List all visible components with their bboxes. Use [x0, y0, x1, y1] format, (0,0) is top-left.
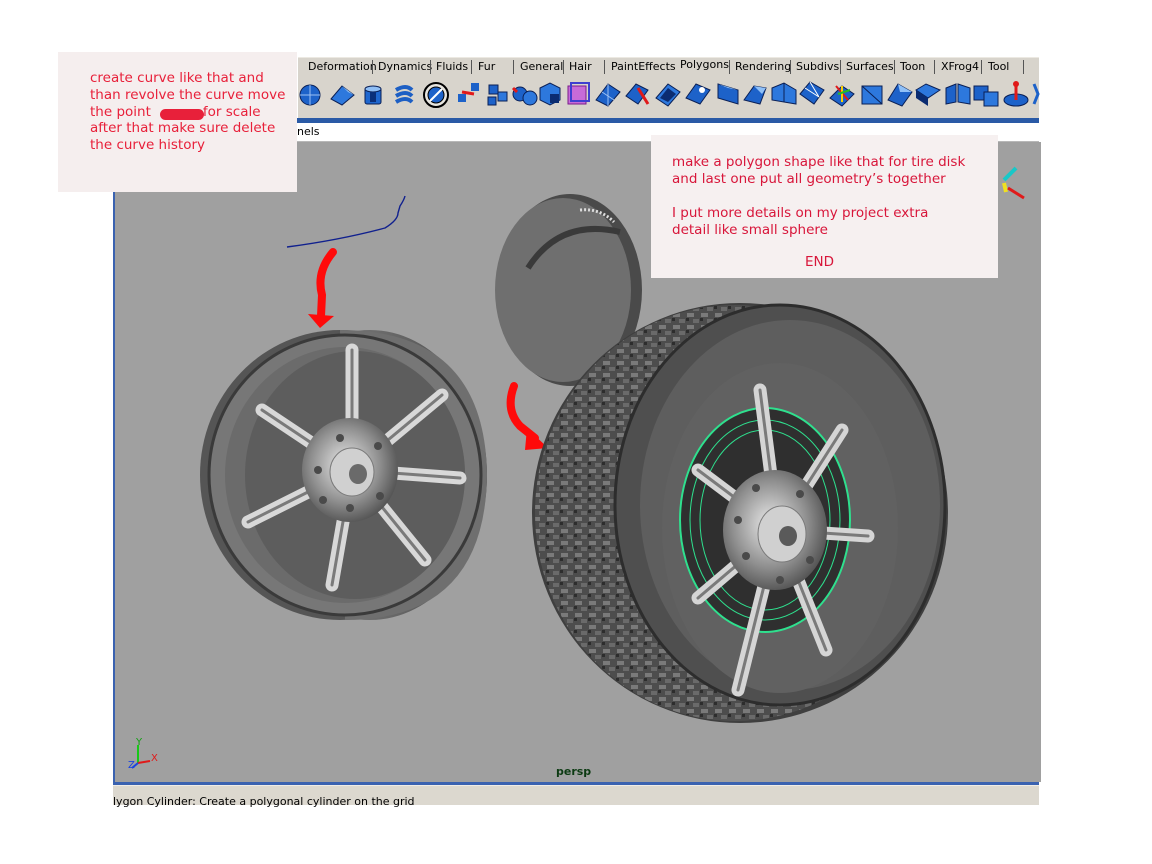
instruction-note-left: create curve like that and than revolve …	[58, 52, 297, 192]
poly-manipulator-icon[interactable]	[1002, 80, 1030, 108]
tab-divider	[894, 60, 895, 74]
note-right-line: detail like small sphere	[672, 222, 828, 238]
tab-divider	[513, 60, 514, 74]
poly-split-icon[interactable]	[456, 80, 484, 108]
help-line-text: lygon Cylinder: Create a polygonal cylin…	[113, 795, 415, 808]
scribble-mark	[160, 109, 204, 120]
poly-cube-icon[interactable]	[328, 80, 356, 108]
poly-mirror-icon[interactable]	[944, 80, 972, 108]
note-left-line: than revolve the curve move	[90, 86, 286, 103]
poly-split-edge-icon[interactable]	[770, 80, 798, 108]
poly-cylinder-icon[interactable]	[358, 80, 386, 108]
shelf-overflow-icon[interactable]	[1032, 80, 1040, 108]
poly-select-tool-icon[interactable]	[624, 80, 652, 108]
note-left-line: create curve like that and	[90, 70, 264, 86]
panel-menu-panels[interactable]: nels	[297, 125, 320, 138]
shelf-tab-bar: Deformation Dynamics Fluids Fur General …	[298, 57, 1039, 77]
poly-bevel-icon[interactable]	[536, 80, 564, 108]
poly-plane-icon[interactable]	[594, 80, 622, 108]
help-line: lygon Cylinder: Create a polygonal cylin…	[113, 785, 1039, 808]
polygons-shelf	[298, 76, 1040, 118]
note-right-text: make a polygon shape like that for tire …	[672, 154, 1002, 239]
note-right-line: and last one put all geometry’s together	[672, 171, 946, 187]
poly-triangulate-icon[interactable]	[886, 80, 914, 108]
poly-append-icon[interactable]	[742, 80, 770, 108]
tab-fur[interactable]: Fur	[478, 60, 495, 73]
axis-z-label: Z	[128, 760, 135, 771]
poly-collapse-icon[interactable]	[858, 80, 886, 108]
poly-sphere-icon[interactable]	[298, 80, 326, 108]
tab-subdivs[interactable]: Subdivs	[796, 60, 839, 73]
poly-helix-icon[interactable]	[390, 80, 418, 108]
note-end-label: END	[805, 254, 835, 270]
poly-reduce-icon[interactable]	[972, 80, 1000, 108]
tab-divider	[790, 60, 791, 74]
tab-polygons[interactable]: Polygons	[680, 58, 729, 71]
poly-cut-icon[interactable]	[654, 80, 682, 108]
tab-divider	[471, 60, 472, 74]
tab-divider	[840, 60, 841, 74]
tab-divider	[981, 60, 982, 74]
instruction-note-right: make a polygon shape like that for tire …	[651, 135, 998, 278]
poly-torus-icon[interactable]	[422, 80, 450, 108]
poly-quadrangulate-icon[interactable]	[914, 80, 942, 108]
tab-general[interactable]: General	[520, 60, 563, 73]
note-right-line: make a polygon shape like that for tire …	[672, 154, 966, 170]
tab-divider	[729, 60, 730, 74]
tab-divider	[934, 60, 935, 74]
tab-surfaces[interactable]: Surfaces	[846, 60, 894, 73]
poly-wedge-icon[interactable]	[714, 80, 742, 108]
tab-divider	[430, 60, 431, 74]
tab-divider	[604, 60, 605, 74]
poly-extrude-icon[interactable]	[564, 80, 592, 108]
tab-hair[interactable]: Hair	[569, 60, 592, 73]
tab-divider	[1023, 60, 1024, 74]
tab-divider	[372, 60, 373, 74]
note-left-line: the curve history	[90, 137, 205, 154]
axis-x-label: X	[151, 753, 158, 764]
tab-xfrog4[interactable]: XFrog4	[941, 60, 979, 73]
tab-painteffects[interactable]: PaintEffects	[611, 60, 676, 73]
poly-subdivide-icon[interactable]	[798, 80, 826, 108]
note-right-line: I put more details on my project extra	[672, 205, 929, 221]
poly-normals-icon[interactable]	[828, 80, 856, 108]
note-left-fragment: the point	[90, 103, 151, 120]
tab-dynamics[interactable]: Dynamics	[378, 60, 432, 73]
axis-y-label: Y	[136, 737, 143, 748]
poly-smooth-icon[interactable]	[510, 80, 538, 108]
poly-merge-icon[interactable]	[684, 80, 712, 108]
tab-deformation[interactable]: Deformation	[308, 60, 377, 73]
tab-divider	[563, 60, 564, 74]
tab-rendering[interactable]: Rendering	[735, 60, 791, 73]
tab-toon[interactable]: Toon	[900, 60, 925, 73]
poly-combine-icon[interactable]	[484, 80, 512, 108]
note-left-fragment: for scale	[202, 103, 261, 120]
camera-name-label: persp	[556, 765, 592, 778]
note-left-line: after that make sure delete	[90, 120, 276, 137]
tab-tool[interactable]: Tool	[988, 60, 1009, 73]
tab-fluids[interactable]: Fluids	[436, 60, 468, 73]
